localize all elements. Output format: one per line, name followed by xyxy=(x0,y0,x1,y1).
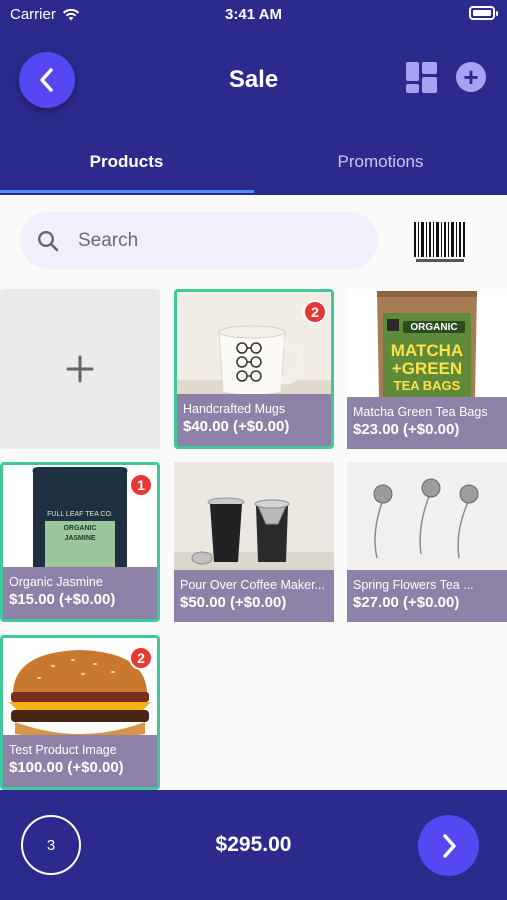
matcha-pack-line2: +GREEN xyxy=(391,359,463,378)
matcha-pack-brand: ORGANIC xyxy=(410,322,458,333)
product-image-tea-infusers xyxy=(347,462,507,570)
product-name: Matcha Green Tea Bags xyxy=(353,405,488,419)
product-caption: Organic Jasmine $15.00 (+$0.00) xyxy=(3,567,157,619)
product-tile-spring-flowers-tea[interactable]: Spring Flowers Tea ... $27.00 (+$0.00) xyxy=(347,462,507,622)
plus-icon xyxy=(66,355,94,383)
sale-screen: Carrier 3:41 AM Sale + Products Promotio… xyxy=(0,0,507,900)
jasmine-pack-label1: ORGANIC xyxy=(63,525,97,532)
product-name: Handcrafted Mugs xyxy=(183,402,286,416)
product-caption: Test Product Image $100.00 (+$0.00) xyxy=(3,735,157,787)
product-price: $15.00 (+$0.00) xyxy=(9,591,116,608)
checkout-bar: 3 $295.00 xyxy=(0,790,507,900)
status-time: 3:41 AM xyxy=(225,6,282,23)
jasmine-pack-label2: JASMINE xyxy=(64,535,96,542)
matcha-pack-line1: MATCHA xyxy=(390,341,464,360)
product-image-coffee-maker xyxy=(174,462,334,570)
product-caption: Matcha Green Tea Bags $23.00 (+$0.00) xyxy=(347,397,507,449)
tab-promotions[interactable]: Promotions xyxy=(254,152,507,172)
next-button[interactable] xyxy=(418,815,479,876)
product-name: Organic Jasmine xyxy=(9,575,103,589)
product-tile-handcrafted-mugs[interactable]: 2 Handcrafted Mugs $40.00 (+$0.00) xyxy=(174,289,334,449)
chevron-right-icon xyxy=(442,833,456,858)
product-tile-organic-jasmine[interactable]: FULL LEAF TEA CO. ORGANIC JASMINE 1 Orga… xyxy=(0,462,160,622)
search-icon xyxy=(37,230,59,252)
quantity-badge: 1 xyxy=(129,473,153,497)
product-price: $100.00 (+$0.00) xyxy=(9,759,124,776)
product-caption: Pour Over Coffee Maker... $50.00 (+$0.00… xyxy=(174,570,334,622)
quantity-badge: 2 xyxy=(303,300,327,324)
active-tab-indicator xyxy=(0,190,254,193)
product-price: $23.00 (+$0.00) xyxy=(353,421,460,438)
product-caption: Handcrafted Mugs $40.00 (+$0.00) xyxy=(177,394,331,446)
status-bar: Carrier 3:41 AM xyxy=(0,0,507,30)
product-tile-pour-over-coffee-maker[interactable]: Pour Over Coffee Maker... $50.00 (+$0.00… xyxy=(174,462,334,622)
quantity-badge: 2 xyxy=(129,646,153,670)
dashboard-icon[interactable] xyxy=(406,62,437,93)
battery-icon xyxy=(469,6,498,20)
product-caption: Spring Flowers Tea ... $27.00 (+$0.00) xyxy=(347,570,507,622)
search-input[interactable] xyxy=(78,212,358,269)
search-bar[interactable] xyxy=(20,212,378,269)
product-name: Spring Flowers Tea ... xyxy=(353,578,474,592)
product-tile-matcha-green-tea-bags[interactable]: ORGANIC MATCHA +GREEN TEA BAGS Matcha Gr… xyxy=(347,289,507,449)
add-product-tile[interactable] xyxy=(0,289,160,449)
product-price: $40.00 (+$0.00) xyxy=(183,418,290,435)
plus-icon: + xyxy=(463,62,479,92)
product-price: $50.00 (+$0.00) xyxy=(180,594,287,611)
app-header: Carrier 3:41 AM Sale + Products Promotio… xyxy=(0,0,507,195)
jasmine-pack-brand: FULL LEAF TEA CO. xyxy=(47,511,113,518)
barcode-scan-icon[interactable] xyxy=(413,222,467,263)
matcha-pack-line3: TEA BAGS xyxy=(393,378,461,393)
product-name: Pour Over Coffee Maker... xyxy=(180,578,325,592)
add-button[interactable]: + xyxy=(456,62,486,92)
product-tile-test-product-image[interactable]: 2 Test Product Image $100.00 (+$0.00) xyxy=(0,635,160,790)
tab-products[interactable]: Products xyxy=(0,152,253,172)
product-name: Test Product Image xyxy=(9,743,117,757)
product-price: $27.00 (+$0.00) xyxy=(353,594,460,611)
